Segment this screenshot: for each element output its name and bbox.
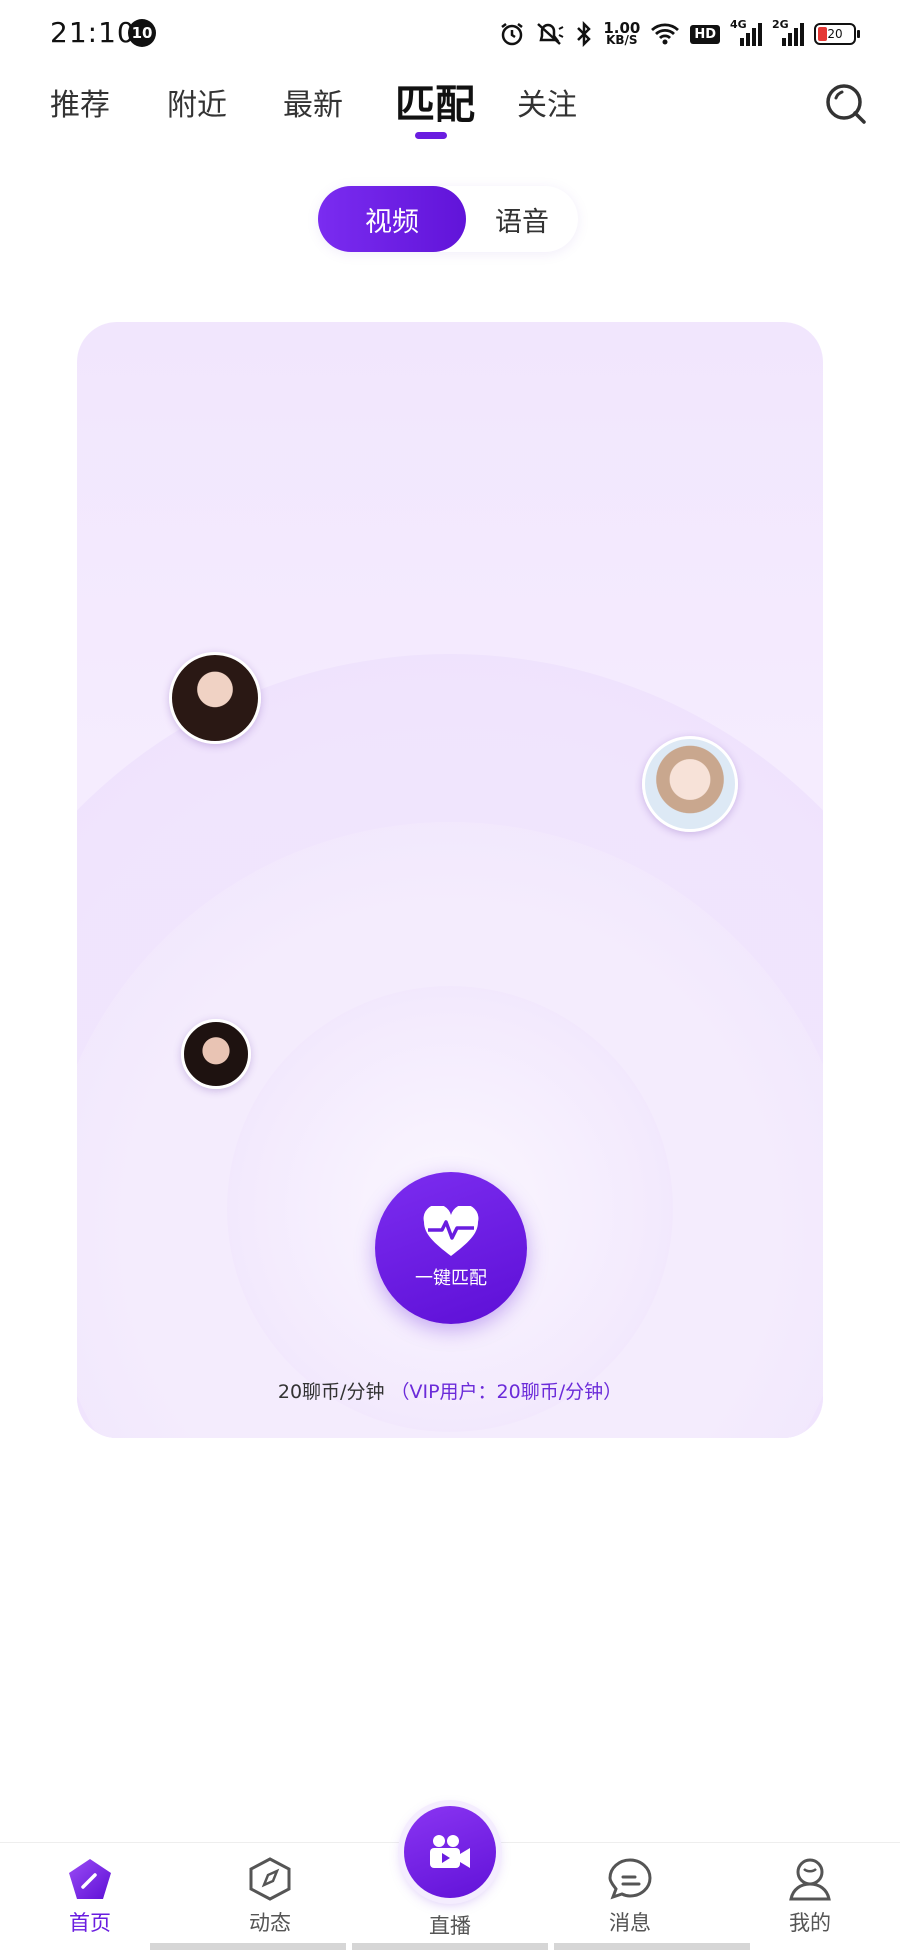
tab-latest[interactable]: 最新 [283,80,343,124]
avatar[interactable] [181,1019,251,1089]
gesture-bar [150,1943,346,1950]
price-info: 20聊币/分钟 （VIP用户：20聊币/分钟） [77,1377,823,1404]
compass-icon [249,1857,291,1901]
home-icon [69,1859,111,1899]
hd-icon: HD [690,24,720,44]
mute-icon [537,23,564,45]
nav-live-label: 直播 [429,1914,471,1938]
battery-indicator: 20 [814,23,860,45]
nav-moments-label: 动态 [249,1911,291,1935]
video-mode-button[interactable]: 视频 [318,186,466,252]
nav-moments[interactable]: 动态 [210,1857,330,1937]
user-icon [789,1858,831,1901]
video-camera-icon [430,1835,470,1868]
notification-badge: 10 [128,19,156,47]
nav-home[interactable]: 首页 [30,1857,150,1937]
signal-2g: 2G [772,18,804,48]
avatar[interactable] [642,736,738,832]
alarm-icon [501,23,524,46]
one-click-match-button[interactable]: 一键匹配 [375,1172,527,1324]
nav-messages[interactable]: 消息 [570,1857,690,1937]
match-card: 一键匹配 20聊币/分钟 （VIP用户：20聊币/分钟） [77,322,823,1438]
mode-toggle: 视频 语音 [318,186,578,252]
tab-nearby[interactable]: 附近 [167,80,227,124]
heart-pulse-icon [423,1206,479,1256]
status-bar: 21:10 10 1.00 KB/S HD 4G 2G 20 [0,0,900,66]
nav-messages-label: 消息 [609,1911,651,1935]
status-time: 21:10 [50,16,136,49]
status-icons: 1.00 KB/S HD 4G 2G 20 [499,17,860,51]
tab-match[interactable]: 匹配 [395,72,475,130]
search-button[interactable] [822,80,870,128]
bluetooth-icon [577,21,592,47]
price-text: 20聊币/分钟 [277,1381,385,1403]
voice-mode-button[interactable]: 语音 [466,186,578,252]
active-tab-indicator [415,132,447,139]
chat-bubble-icon [608,1858,652,1900]
network-speed: 1.00 KB/S [603,21,640,47]
nav-mine[interactable]: 我的 [750,1857,870,1937]
nav-live-button[interactable] [404,1806,496,1898]
nav-home-label: 首页 [69,1911,111,1935]
top-tab-bar: 推荐 附近 最新 匹配 关注 [0,70,900,150]
gesture-bar [554,1943,750,1950]
signal-4g: 4G [730,18,762,48]
tab-follow[interactable]: 关注 [517,80,577,124]
app-screen: 21:10 10 1.00 KB/S HD 4G 2G 20 推荐 附近 最新 … [0,0,900,1950]
vip-price-text: （VIP用户：20聊币/分钟） [390,1381,623,1403]
match-button-label: 一键匹配 [415,1268,487,1289]
search-icon [826,84,866,124]
tab-recommend[interactable]: 推荐 [50,80,110,124]
avatar[interactable] [169,652,261,744]
speed-unit: KB/S [606,33,638,47]
gesture-bar [352,1943,548,1950]
nav-mine-label: 我的 [789,1911,831,1935]
wifi-icon [651,23,680,45]
